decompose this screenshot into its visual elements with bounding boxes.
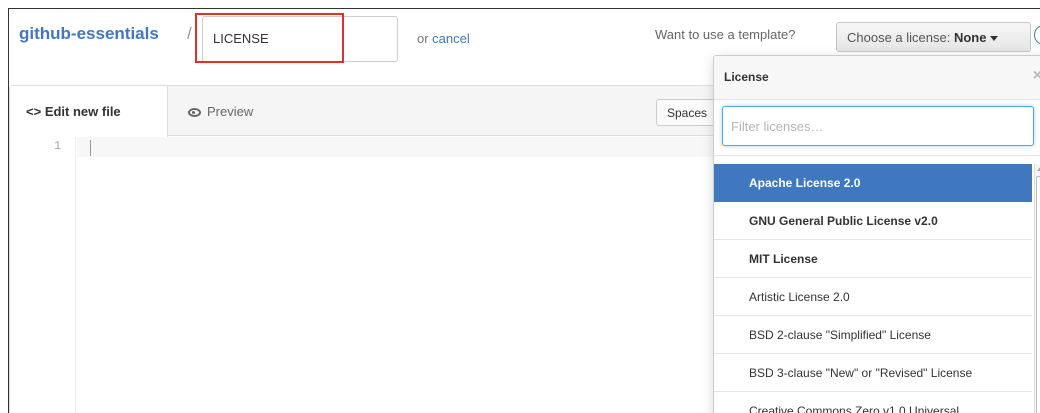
path-separator: / — [187, 24, 192, 43]
caret-down-icon — [990, 36, 999, 42]
license-filter-wrap — [714, 100, 1040, 156]
choose-license-button[interactable]: Choose a license: None — [836, 22, 1031, 52]
line-number: 1 — [54, 139, 62, 153]
license-dropdown-title: License — [724, 70, 769, 84]
filename-field[interactable] — [202, 16, 398, 62]
tab-edit-label: Edit new file — [44, 104, 121, 119]
tab-preview-label: Preview — [207, 104, 254, 119]
license-dropdown-header: License × — [714, 56, 1040, 100]
or-cancel-text: or cancel — [417, 31, 470, 46]
tab-preview[interactable]: Preview — [188, 104, 253, 119]
eye-icon — [188, 108, 201, 117]
license-list-scrollbar[interactable] — [1034, 164, 1040, 413]
cancel-link[interactable]: cancel — [432, 31, 470, 46]
repo-link[interactable]: github-essentials — [19, 24, 159, 44]
license-item-cc0[interactable]: Creative Commons Zero v1.0 Universal — [714, 392, 1032, 413]
license-list: Apache License 2.0 GNU General Public Li… — [714, 164, 1032, 413]
code-icon: <> — [26, 104, 42, 119]
license-item-bsd-3[interactable]: BSD 3-clause "New" or "Revised" License — [714, 354, 1032, 392]
filename-input[interactable] — [213, 31, 373, 46]
license-dropdown: License × Apache License 2.0 GNU General… — [713, 55, 1040, 413]
or-label: or — [417, 31, 433, 46]
text-cursor — [90, 140, 91, 156]
license-button-prefix: Choose a license: — [847, 30, 954, 45]
app-frame: github-essentials / or cancel Want to us… — [8, 8, 1040, 413]
template-question: Want to use a template? — [655, 27, 796, 42]
license-item-bsd-2[interactable]: BSD 2-clause "Simplified" License — [714, 316, 1032, 354]
line-gutter: 1 — [10, 137, 76, 413]
license-item-artistic-2[interactable]: Artistic License 2.0 — [714, 278, 1032, 316]
license-item-gpl-2[interactable]: GNU General Public License v2.0 — [714, 202, 1032, 240]
license-filter-input[interactable] — [722, 106, 1034, 146]
help-icon[interactable]: ? — [1034, 25, 1040, 45]
scrollbar-thumb[interactable] — [1036, 176, 1040, 413]
tab-edit-new-file[interactable]: <> Edit new file — [10, 86, 168, 137]
license-button-value: None — [953, 30, 987, 45]
license-item-apache-2[interactable]: Apache License 2.0 — [714, 164, 1032, 202]
license-item-mit[interactable]: MIT License — [714, 240, 1032, 278]
close-icon[interactable]: × — [1033, 67, 1040, 85]
